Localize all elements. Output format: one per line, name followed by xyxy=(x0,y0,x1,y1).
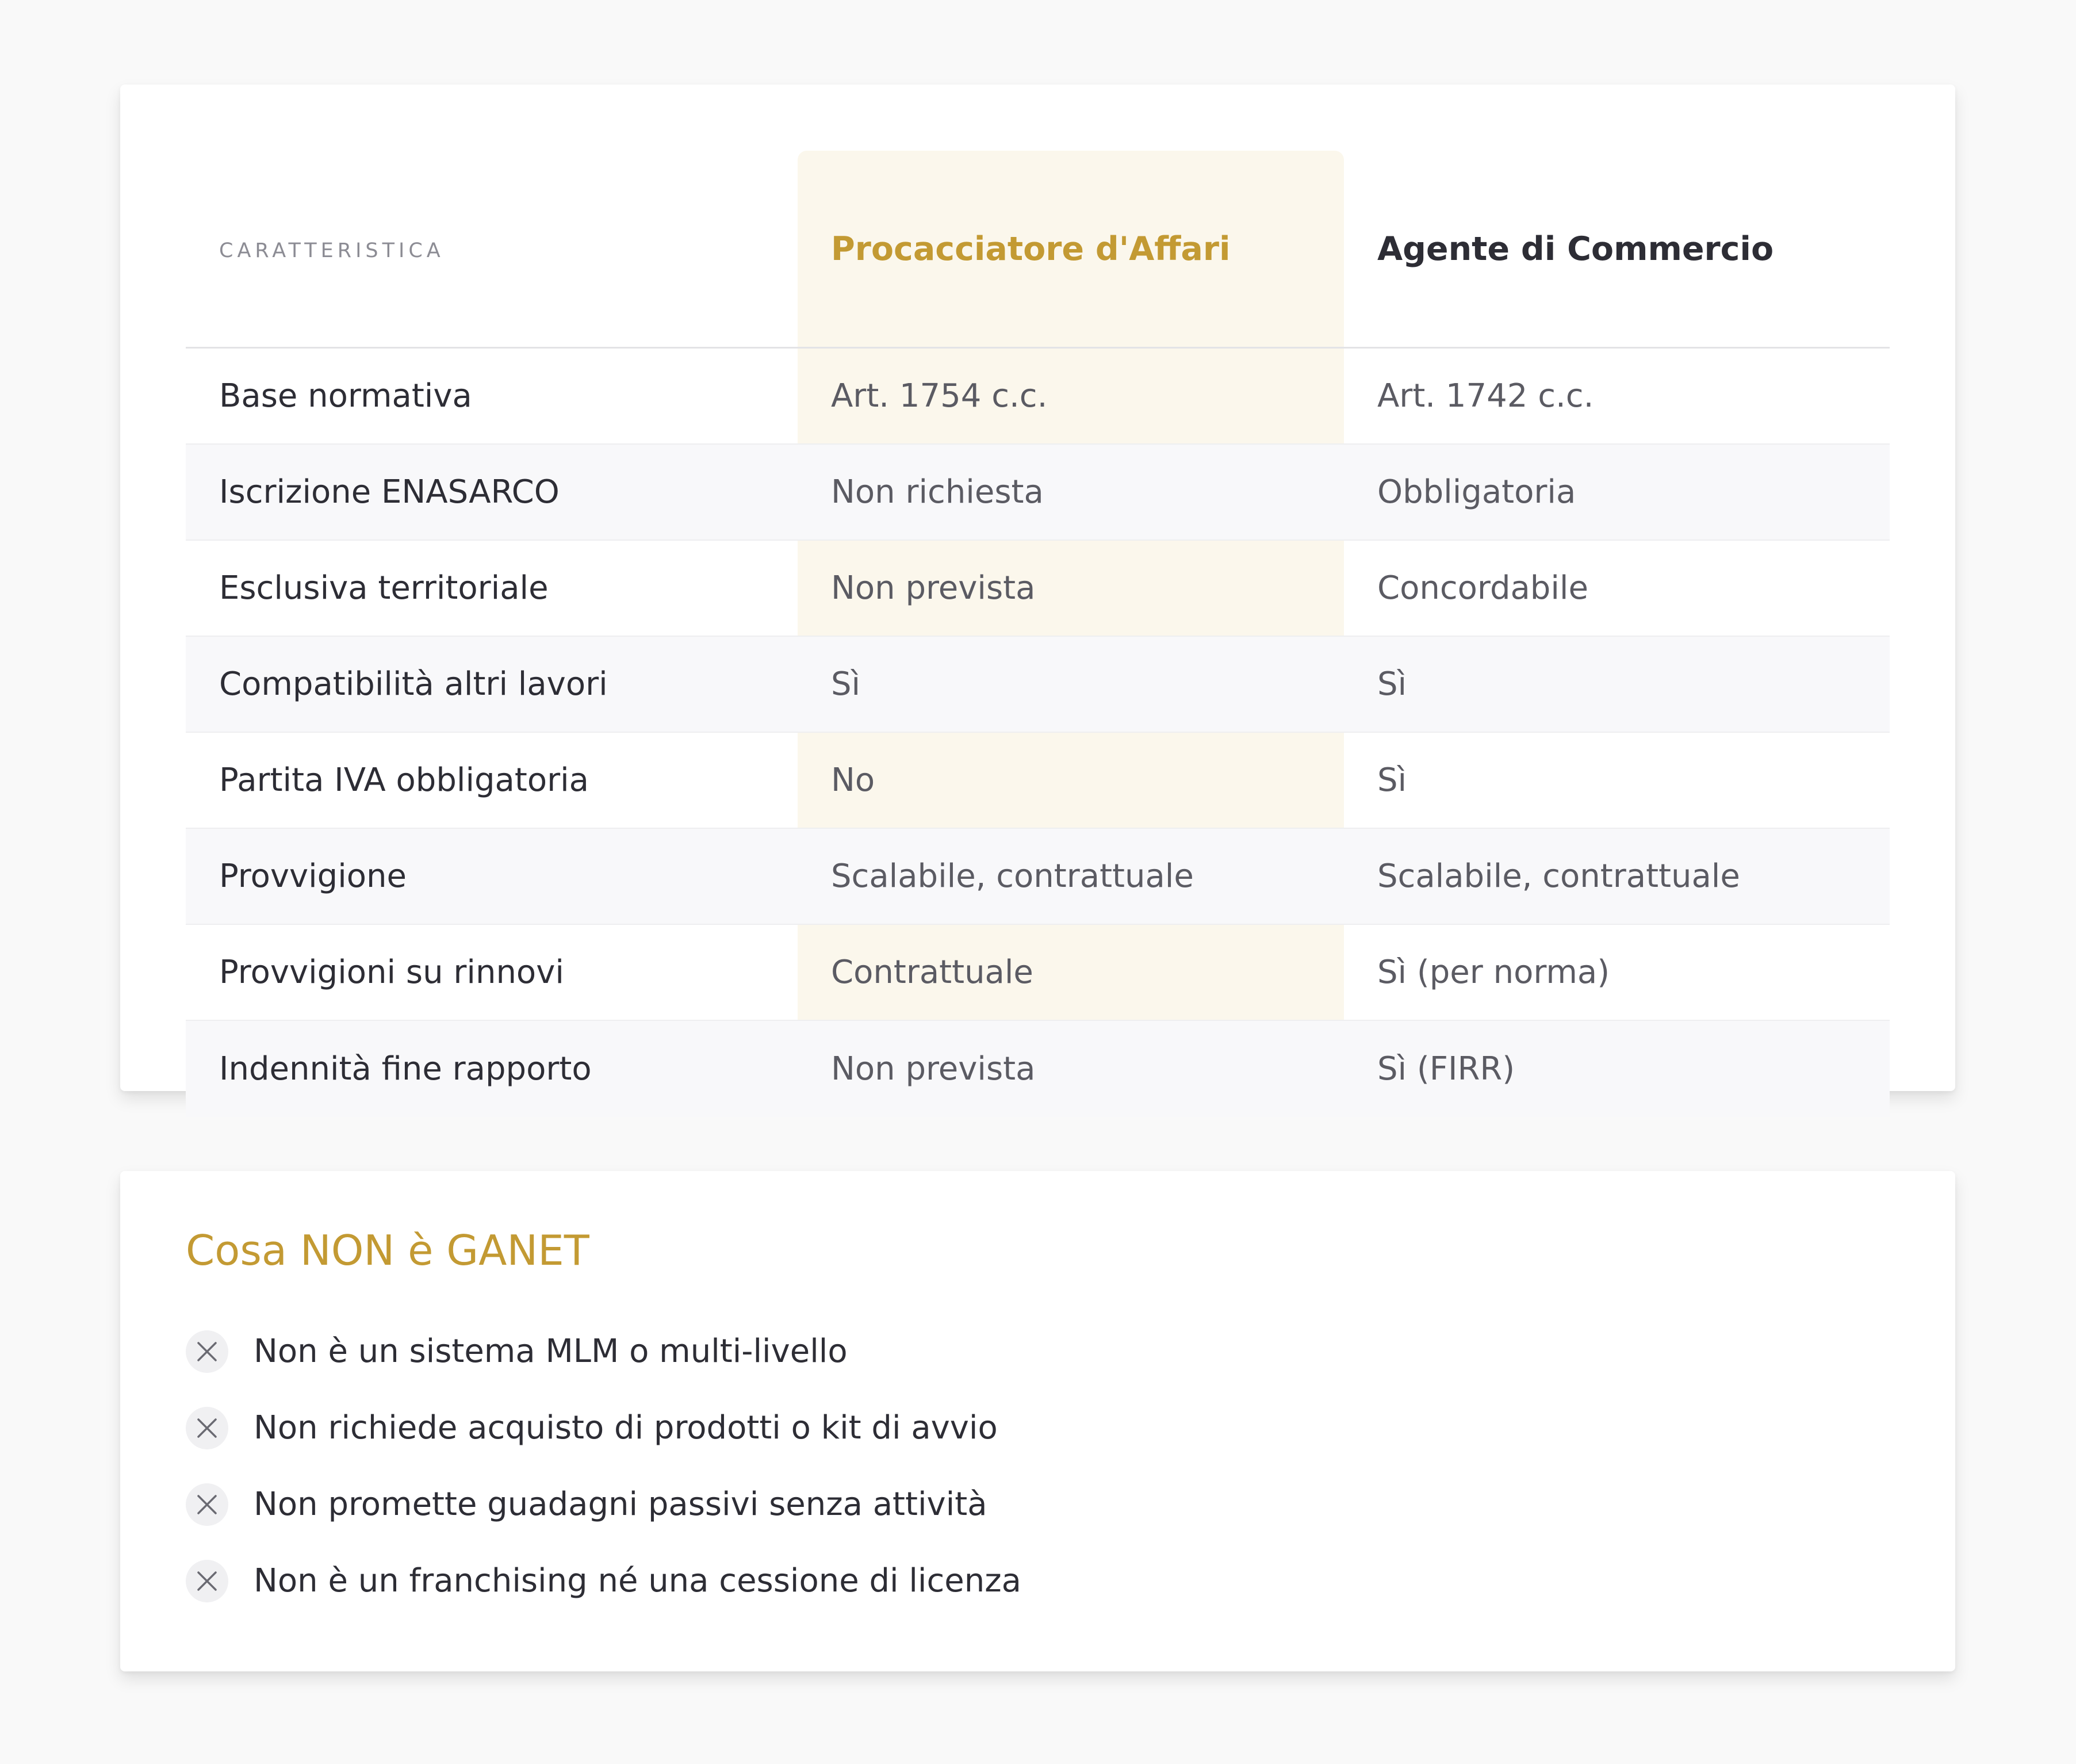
procacciatore-cell: Sì xyxy=(798,637,1344,732)
table-header: CARATTERISTICA Procacciatore d'Affari Ag… xyxy=(186,151,1890,349)
agente-value: Sì (per norma) xyxy=(1377,954,1610,991)
not-list: Non è un sistema MLM o multi-livello Non… xyxy=(186,1313,1021,1619)
agente-cell: Scalabile, contrattuale xyxy=(1344,829,1890,924)
procacciatore-value: Non prevista xyxy=(831,1050,1036,1088)
close-icon xyxy=(186,1406,228,1449)
feature-label: Indennità fine rapporto xyxy=(219,1050,592,1088)
header-procacciatore-label: Procacciatore d'Affari xyxy=(831,229,1231,268)
agente-value: Scalabile, contrattuale xyxy=(1377,858,1740,895)
list-item: Non richiede acquisto di prodotti o kit … xyxy=(186,1390,1021,1466)
feature-cell: Iscrizione ENASARCO xyxy=(186,445,798,539)
agente-value: Sì xyxy=(1377,665,1407,703)
feature-cell: Provvigioni su rinnovi xyxy=(186,925,798,1020)
list-item: Non è un franchising né una cessione di … xyxy=(186,1543,1021,1619)
list-item-text: Non è un sistema MLM o multi-livello xyxy=(254,1333,848,1370)
agente-cell: Sì xyxy=(1344,733,1890,828)
list-item: Non promette guadagni passivi senza atti… xyxy=(186,1466,1021,1543)
header-agente-label: Agente di Commercio xyxy=(1377,229,1774,268)
feature-label: Partita IVA obbligatoria xyxy=(219,762,589,799)
close-icon xyxy=(186,1483,228,1526)
procacciatore-value: Scalabile, contrattuale xyxy=(831,858,1194,895)
table-row: Compatibilità altri lavori Sì Sì xyxy=(186,637,1890,733)
agente-cell: Sì (per norma) xyxy=(1344,925,1890,1020)
list-item-text: Non è un franchising né una cessione di … xyxy=(254,1562,1021,1600)
feature-cell: Partita IVA obbligatoria xyxy=(186,733,798,828)
feature-label: Provvigioni su rinnovi xyxy=(219,954,564,991)
table-row: Indennità fine rapporto Non prevista Sì … xyxy=(186,1021,1890,1117)
close-icon xyxy=(186,1330,228,1373)
procacciatore-value: Art. 1754 c.c. xyxy=(831,377,1048,415)
table-row: Partita IVA obbligatoria No Sì xyxy=(186,733,1890,829)
table-row: Base normativa Art. 1754 c.c. Art. 1742 … xyxy=(186,349,1890,445)
header-feature-label: CARATTERISTICA xyxy=(219,239,445,262)
feature-cell: Indennità fine rapporto xyxy=(186,1021,798,1117)
table-row: Esclusiva territoriale Non prevista Conc… xyxy=(186,541,1890,637)
agente-cell: Sì xyxy=(1344,637,1890,732)
procacciatore-value: Non prevista xyxy=(831,569,1036,607)
agente-value: Obbligatoria xyxy=(1377,473,1576,511)
list-item: Non è un sistema MLM o multi-livello xyxy=(186,1313,1021,1390)
agente-value: Concordabile xyxy=(1377,569,1588,607)
agente-cell: Sì (FIRR) xyxy=(1344,1021,1890,1117)
table-row: Provvigioni su rinnovi Contrattuale Sì (… xyxy=(186,925,1890,1021)
not-ganet-card: Cosa NON è GANET Non è un sistema MLM o … xyxy=(120,1171,1955,1671)
comparison-table: CARATTERISTICA Procacciatore d'Affari Ag… xyxy=(186,151,1890,1117)
procacciatore-cell: Non prevista xyxy=(798,541,1344,636)
feature-label: Base normativa xyxy=(219,377,472,415)
agente-value: Sì xyxy=(1377,762,1407,799)
header-agente-cell: Agente di Commercio xyxy=(1344,151,1890,347)
header-procacciatore-cell: Procacciatore d'Affari xyxy=(798,151,1344,347)
procacciatore-value: Contrattuale xyxy=(831,954,1033,991)
list-item-text: Non richiede acquisto di prodotti o kit … xyxy=(254,1409,998,1447)
list-item-text: Non promette guadagni passivi senza atti… xyxy=(254,1486,987,1523)
feature-label: Compatibilità altri lavori xyxy=(219,665,608,703)
comparison-card: CARATTERISTICA Procacciatore d'Affari Ag… xyxy=(120,85,1955,1117)
feature-label: Esclusiva territoriale xyxy=(219,569,549,607)
feature-cell: Provvigione xyxy=(186,829,798,924)
procacciatore-cell: Non richiesta xyxy=(798,445,1344,539)
procacciatore-value: No xyxy=(831,762,875,799)
procacciatore-cell: Art. 1754 c.c. xyxy=(798,349,1344,443)
procacciatore-cell: Non prevista xyxy=(798,1021,1344,1117)
table-row: Provvigione Scalabile, contrattuale Scal… xyxy=(186,829,1890,925)
procacciatore-cell: Scalabile, contrattuale xyxy=(798,829,1344,924)
procacciatore-cell: No xyxy=(798,733,1344,828)
section-title: Cosa NON è GANET xyxy=(186,1226,589,1275)
procacciatore-cell: Contrattuale xyxy=(798,925,1344,1020)
feature-label: Iscrizione ENASARCO xyxy=(219,473,560,511)
agente-value: Sì (FIRR) xyxy=(1377,1050,1515,1088)
feature-cell: Base normativa xyxy=(186,349,798,443)
procacciatore-value: Non richiesta xyxy=(831,473,1044,511)
agente-cell: Concordabile xyxy=(1344,541,1890,636)
header-feature-cell: CARATTERISTICA xyxy=(186,151,798,347)
feature-label: Provvigione xyxy=(219,858,407,895)
procacciatore-value: Sì xyxy=(831,665,861,703)
agente-cell: Obbligatoria xyxy=(1344,445,1890,539)
close-icon xyxy=(186,1559,228,1602)
agente-value: Art. 1742 c.c. xyxy=(1377,377,1594,415)
feature-cell: Esclusiva territoriale xyxy=(186,541,798,636)
table-row: Iscrizione ENASARCO Non richiesta Obblig… xyxy=(186,445,1890,541)
agente-cell: Art. 1742 c.c. xyxy=(1344,349,1890,443)
feature-cell: Compatibilità altri lavori xyxy=(186,637,798,732)
